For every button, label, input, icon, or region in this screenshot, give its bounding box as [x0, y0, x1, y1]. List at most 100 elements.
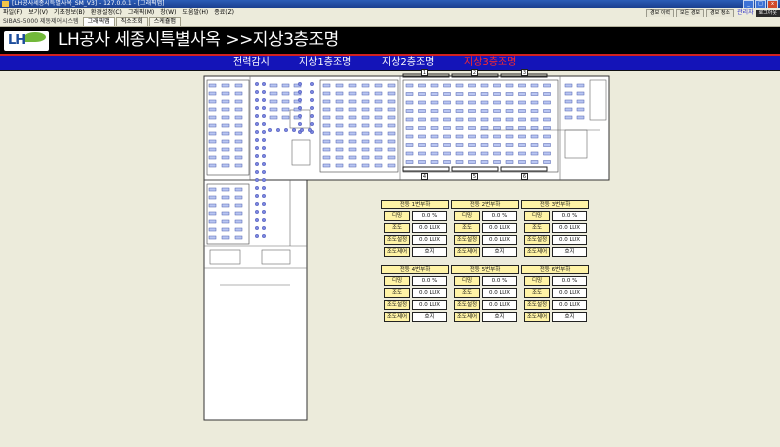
- zone-marker-4[interactable]: 4: [421, 173, 428, 180]
- setpoint-value[interactable]: 0.0 LUX: [412, 300, 447, 310]
- light-fixture: [468, 126, 476, 130]
- corridor-fixture: [284, 127, 289, 132]
- setpoint-label: 조도설정: [454, 300, 480, 310]
- light-fixture: [505, 126, 514, 130]
- setpoint-value[interactable]: 0.0 LUX: [482, 300, 517, 310]
- light-fixture: [348, 107, 357, 112]
- light-fixture: [505, 92, 514, 96]
- corridor-fixture: [262, 89, 267, 94]
- dimming-row: 디밍 0.0 %: [381, 211, 449, 221]
- corridor-fixture: [262, 105, 267, 110]
- light-fixture: [443, 143, 451, 147]
- light-fixture: [493, 92, 501, 96]
- corridor-fixture: [262, 81, 267, 86]
- light-fixture: [269, 115, 278, 120]
- dimming-row: 디밍 0.0 %: [521, 211, 589, 221]
- light-fixture: [281, 99, 290, 104]
- setpoint-value[interactable]: 0.0 LUX: [482, 235, 517, 245]
- light-fixture: [269, 99, 278, 104]
- light-fixture: [430, 100, 439, 105]
- light-fixture: [281, 83, 290, 88]
- light-fixture: [208, 107, 217, 112]
- light-fixture: [234, 163, 243, 168]
- control-label: 조도제어: [524, 247, 550, 257]
- setpoint-value[interactable]: 0.0 LUX: [552, 300, 587, 310]
- light-fixture: [505, 160, 514, 164]
- corridor-fixture: [298, 105, 303, 110]
- light-fixture: [221, 107, 230, 112]
- dimming-row: 디밍 0.0 %: [521, 276, 589, 286]
- setpoint-label: 조도설정: [454, 235, 480, 245]
- corridor-fixture: [310, 97, 315, 102]
- light-fixture: [234, 115, 243, 120]
- dimming-label: 디밍: [454, 276, 480, 286]
- zone-marker-2[interactable]: 2: [471, 69, 478, 76]
- light-fixture: [430, 151, 439, 156]
- control-value[interactable]: 호지: [482, 312, 517, 322]
- control-value[interactable]: 호지: [552, 247, 587, 257]
- corridor-fixture: [262, 129, 267, 134]
- dimming-row: 디밍 0.0 %: [381, 276, 449, 286]
- light-fixture: [348, 91, 357, 96]
- light-fixture: [208, 155, 217, 160]
- corridor-fixture: [298, 121, 303, 126]
- zone-marker-5[interactable]: 5: [471, 173, 478, 180]
- light-fixture: [361, 123, 370, 128]
- light-fixture: [530, 109, 539, 113]
- zone-marker-3[interactable]: 3: [521, 69, 528, 76]
- light-fixture: [348, 131, 357, 136]
- setpoint-value[interactable]: 0.0 LUX: [552, 235, 587, 245]
- control-value[interactable]: 호지: [482, 247, 517, 257]
- control-value[interactable]: 호지: [412, 247, 447, 257]
- light-fixture: [468, 160, 476, 164]
- panel-title: 전등 3번부하: [521, 200, 589, 209]
- light-fixture: [234, 99, 243, 104]
- light-fixture: [493, 117, 501, 122]
- light-fixture: [430, 134, 439, 139]
- light-fixture: [418, 83, 426, 88]
- corridor-fixture: [254, 193, 259, 198]
- corridor-fixture: [262, 193, 267, 198]
- light-fixture: [418, 151, 426, 156]
- light-fixture: [543, 134, 551, 139]
- illuminance-value: 0.0 LUX: [482, 288, 517, 298]
- light-fixture: [221, 163, 230, 168]
- control-value[interactable]: 호지: [552, 312, 587, 322]
- light-fixture: [576, 107, 585, 112]
- light-fixture: [418, 143, 426, 147]
- light-fixture: [530, 160, 539, 164]
- light-fixture: [281, 91, 290, 96]
- control-value[interactable]: 호지: [412, 312, 447, 322]
- corridor-fixture: [310, 113, 315, 118]
- zone-marker-1[interactable]: 1: [421, 69, 428, 76]
- light-fixture: [564, 91, 573, 96]
- light-fixture: [361, 99, 370, 104]
- illuminance-row: 조도 0.0 LUX: [381, 223, 449, 233]
- light-fixture: [387, 83, 396, 88]
- light-fixture: [564, 107, 573, 112]
- illuminance-value: 0.0 LUX: [482, 223, 517, 233]
- light-fixture: [405, 151, 414, 156]
- illuminance-value: 0.0 LUX: [412, 288, 447, 298]
- light-fixture: [208, 203, 217, 208]
- load-panel-5: 전등 5번부하 디밍 0.0 % 조도 0.0 LUX 조도설정 0.0 LUX 조도…: [451, 265, 519, 323]
- illuminance-label: 조도: [524, 223, 550, 233]
- light-fixture: [564, 99, 573, 104]
- light-fixture: [221, 147, 230, 152]
- light-fixture: [387, 115, 396, 120]
- light-fixture: [455, 143, 464, 147]
- corridor-fixture: [254, 145, 259, 150]
- light-fixture: [335, 115, 344, 120]
- light-fixture: [430, 109, 439, 113]
- corridor-fixture: [262, 121, 267, 126]
- light-fixture: [208, 131, 217, 136]
- light-fixture: [430, 160, 439, 164]
- setpoint-value[interactable]: 0.0 LUX: [412, 235, 447, 245]
- light-fixture: [208, 163, 217, 168]
- light-fixture: [430, 126, 439, 130]
- light-fixture: [361, 83, 370, 88]
- light-fixture: [543, 160, 551, 164]
- zone-marker-6[interactable]: 6: [521, 173, 528, 180]
- setpoint-row: 조도설정 0.0 LUX: [521, 300, 589, 310]
- corridor-fixture: [262, 233, 267, 238]
